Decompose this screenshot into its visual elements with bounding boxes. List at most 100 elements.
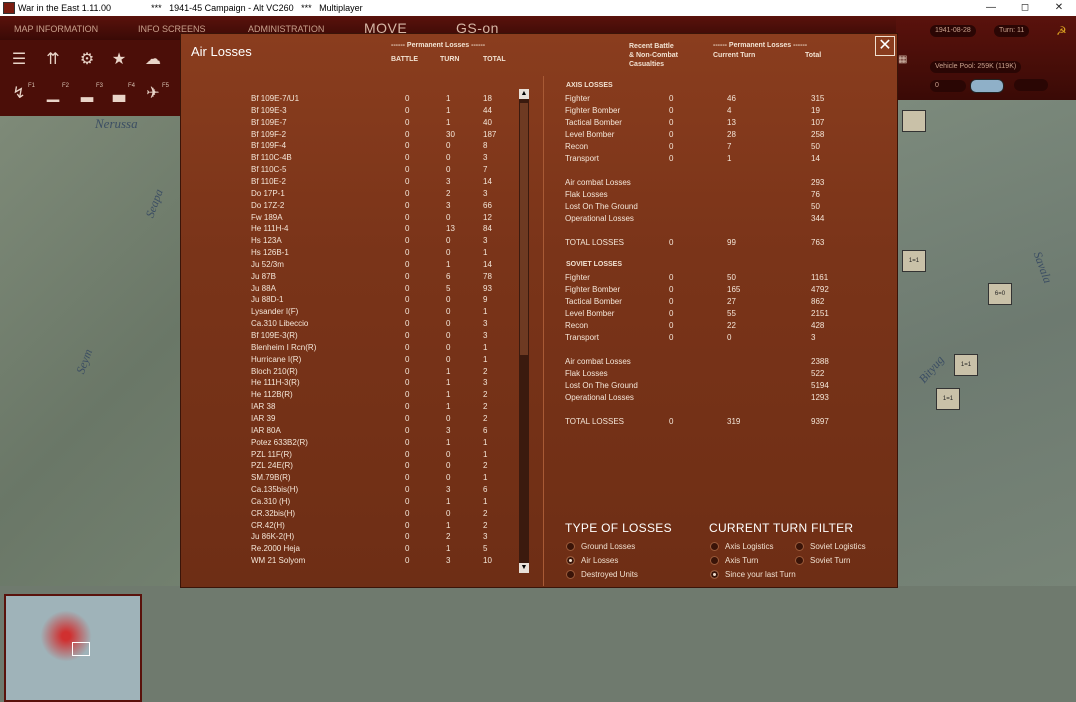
radio-axis-logistics[interactable]: Axis Logistics [710, 542, 773, 552]
total-value: 2388 [811, 357, 829, 366]
category-name: Fighter Bomber [565, 106, 621, 115]
total-value: 19 [811, 106, 820, 115]
river-label: Seapa [142, 187, 166, 220]
table-row: Recon 0 22 428 [181, 321, 897, 333]
turn-value: 1 [446, 496, 451, 506]
radio-soviet-logistics[interactable]: Soviet Logistics [795, 542, 866, 552]
table-row: Potez 633B2(R) 0 1 1 [181, 438, 511, 450]
f5-key-label: F5 [162, 83, 170, 89]
minimap-front [36, 606, 96, 666]
turn-value: 1 [446, 437, 451, 447]
total-value: 2 [483, 461, 488, 471]
total-value: 14 [811, 154, 820, 163]
current-turn-value: 50 [727, 273, 736, 282]
total-value: 1 [483, 496, 488, 506]
radio-ground-losses[interactable]: Ground Losses [566, 542, 635, 552]
turn-value: 1 [446, 544, 451, 554]
aircraft-name: CR.42(H) [251, 520, 285, 530]
map-left[interactable]: Nerussa Seapa Seym [0, 116, 182, 702]
table-row: Ju 52/3m 0 1 14 [181, 260, 511, 272]
stack-icon[interactable]: ☰ [6, 48, 32, 72]
cause-name: Air combat Losses [565, 357, 631, 366]
gear-icon[interactable]: ⚙ [74, 48, 100, 72]
table-row: Air combat Losses 2388 [181, 357, 897, 369]
total-value: 344 [811, 214, 825, 223]
recent-value: 0 [669, 94, 674, 103]
aircraft-name: Ju 52/3m [251, 259, 284, 269]
status-panel: 1941-08-28 Turn: 11 ☭ Vehicle Pool: 259K… [896, 16, 1076, 100]
table-row: WM 21 Solyom 0 3 10 [181, 556, 511, 568]
table-row: Operational Losses 1293 [181, 393, 897, 405]
river-label: Seym [73, 347, 96, 376]
radio-destroyed-units[interactable]: Destroyed Units [566, 570, 638, 580]
table-row: Fighter Bomber 0 165 4792 [181, 285, 897, 297]
radio-soviet-turn[interactable]: Soviet Turn [795, 556, 850, 566]
table-row: Air combat Losses 293 [181, 178, 897, 190]
minimize-button[interactable]: — [974, 0, 1008, 16]
current-turn-value: 13 [727, 118, 736, 127]
unit-counter[interactable]: 6=0 [988, 283, 1012, 305]
app-title: War in the East 1.11.00 [18, 3, 112, 13]
total-value: 862 [811, 297, 825, 306]
maximize-button[interactable]: ◻ [1008, 0, 1042, 16]
category-name: TOTAL LOSSES [565, 238, 624, 247]
vehicle-pool-display: Vehicle Pool: 259K (119K) [930, 61, 1022, 73]
unit-counter[interactable]: 1=1 [902, 250, 926, 272]
map-right[interactable]: Savala Bityug 1=1 6=0 1=1 1=1 [896, 100, 1076, 586]
aircraft-name: Re.2000 Heja [251, 544, 300, 554]
toggle-switch[interactable] [970, 79, 1004, 93]
battle-value: 0 [405, 532, 410, 542]
unit-counter[interactable] [902, 110, 926, 132]
table-row: PZL 11F(R) 0 0 1 [181, 450, 511, 462]
units-icon[interactable]: ⇈ [40, 48, 66, 72]
cause-name: Air combat Losses [565, 178, 631, 187]
col-header-grand-total: Total [805, 52, 822, 59]
category-name: Tactical Bomber [565, 118, 622, 127]
total-value: 3 [811, 333, 816, 342]
minimap[interactable] [4, 594, 142, 702]
date-display: 1941-08-28 [930, 25, 976, 37]
total-value: 763 [811, 238, 825, 247]
battle-value: 0 [405, 520, 410, 530]
scroll-down-button[interactable]: ▼ [519, 563, 529, 573]
total-value: 76 [811, 190, 820, 199]
total-value: 428 [811, 321, 825, 330]
star-icon[interactable]: ★ [106, 48, 132, 72]
table-row: PZL 24E(R) 0 0 2 [181, 461, 511, 473]
close-button[interactable]: ✕ [875, 36, 895, 56]
total-row: TOTAL LOSSES 0 319 9397 [181, 417, 897, 429]
total-value: 10 [483, 556, 492, 566]
recent-value: 0 [669, 333, 674, 342]
aircraft-name: WM 21 Solyom [251, 556, 306, 566]
recent-value: 0 [669, 309, 674, 318]
current-turn-value: 0 [727, 333, 732, 342]
table-row: Bf 110C-5 0 0 7 [181, 165, 511, 177]
value-field: 0 [930, 80, 966, 92]
table-row: Re.2000 Heja 0 1 5 [181, 544, 511, 556]
total-value: 7 [483, 165, 488, 175]
recent-value: 0 [669, 142, 674, 151]
turn-value: 0 [446, 461, 451, 471]
table-row: Lost On The Ground 5194 [181, 381, 897, 393]
cause-name: Lost On The Ground [565, 202, 638, 211]
battle-value: 0 [405, 544, 410, 554]
soviet-emblem-icon: ☭ [1056, 24, 1067, 38]
radio-axis-turn[interactable]: Axis Turn [710, 556, 758, 566]
window-controls: — ◻ ✕ [974, 0, 1076, 16]
total-value: 1 [483, 449, 488, 459]
recent-value: 0 [669, 417, 674, 426]
aircraft-name: SM.79B(R) [251, 473, 291, 483]
menu-map-information[interactable]: MAP INFORMATION [14, 24, 98, 34]
category-name: TOTAL LOSSES [565, 417, 624, 426]
weather-icon[interactable]: ☁ [140, 48, 166, 72]
radio-air-losses[interactable]: Air Losses [566, 556, 618, 566]
total-value: 315 [811, 94, 825, 103]
table-row: Flak Losses 76 [181, 190, 897, 202]
radio-since-your-last-turn[interactable]: Since your last Turn [710, 570, 796, 580]
unit-counter[interactable]: 1=1 [954, 354, 978, 376]
total-value: 293 [811, 178, 825, 187]
window-close-button[interactable]: ✕ [1042, 0, 1076, 16]
unit-counter[interactable]: 1=1 [936, 388, 960, 410]
grid-icon[interactable]: ▦ [898, 54, 907, 65]
cause-name: Flak Losses [565, 369, 608, 378]
